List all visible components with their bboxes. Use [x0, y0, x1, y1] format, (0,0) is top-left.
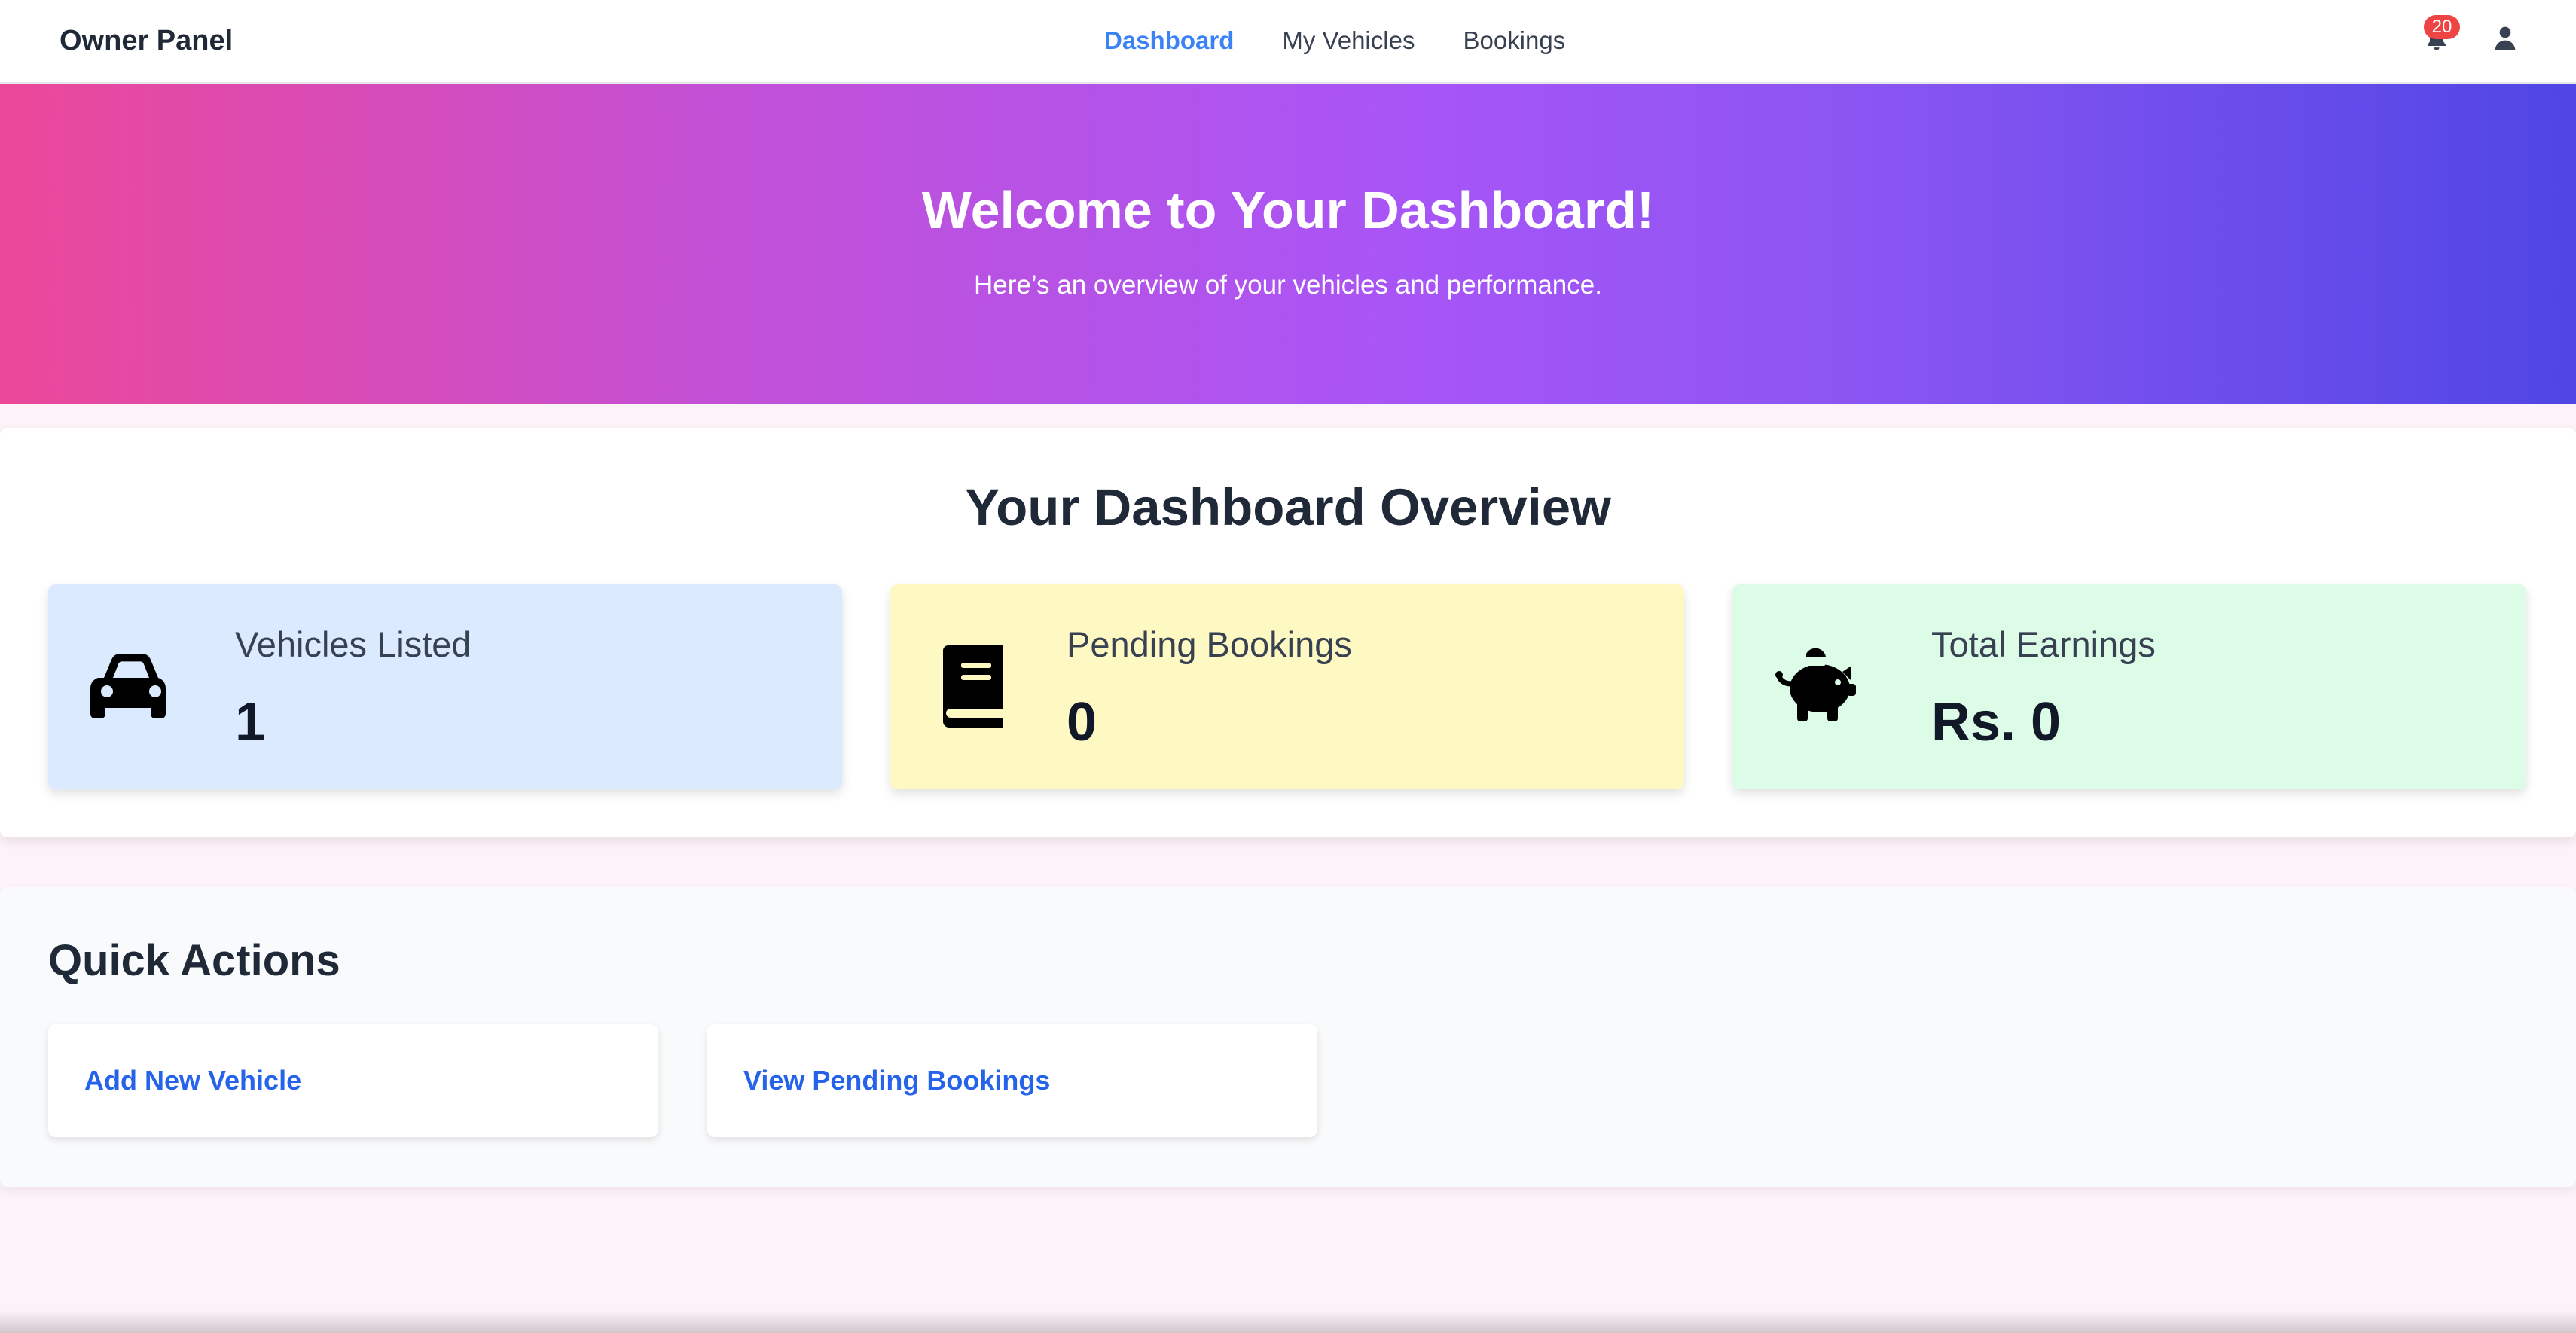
dashboard-overview: Your Dashboard Overview Vehicles Listed …: [0, 428, 2576, 837]
stat-card-total-earnings: Total Earnings Rs. 0: [1732, 584, 2526, 789]
action-label[interactable]: View Pending Bookings: [743, 1065, 1050, 1097]
view-pending-bookings-button[interactable]: View Pending Bookings: [707, 1024, 1317, 1137]
hero-subtitle: Here’s an overview of your vehicles and …: [974, 270, 1602, 300]
notification-badge: 20: [2424, 15, 2460, 39]
quick-actions-title: Quick Actions: [48, 936, 340, 985]
stat-label: Pending Bookings: [1067, 624, 1352, 664]
main-nav: Dashboard My Vehicles Bookings: [1104, 21, 1565, 60]
stat-value: Rs. 0: [1931, 692, 2062, 752]
user-icon[interactable]: [2493, 25, 2517, 52]
quick-actions-section: Quick Actions Add New Vehicle View Pendi…: [0, 887, 2576, 1187]
add-new-vehicle-button[interactable]: Add New Vehicle: [48, 1024, 658, 1137]
stat-value: 1: [235, 692, 266, 752]
piggy-bank-icon: [1775, 648, 1856, 721]
top-navbar: Owner Panel Dashboard My Vehicles Bookin…: [0, 0, 2576, 84]
nav-bookings[interactable]: Bookings: [1463, 26, 1565, 55]
hero-title: Welcome to Your Dashboard!: [921, 181, 1655, 239]
overview-title: Your Dashboard Overview: [965, 478, 1611, 536]
welcome-hero: Welcome to Your Dashboard! Here’s an ove…: [0, 84, 2576, 404]
action-label[interactable]: Add New Vehicle: [84, 1065, 301, 1097]
stat-card-pending-bookings: Pending Bookings 0: [890, 584, 1684, 789]
nav-dashboard[interactable]: Dashboard: [1104, 26, 1234, 55]
stat-card-vehicles: Vehicles Listed 1: [48, 584, 842, 789]
stat-label: Vehicles Listed: [235, 624, 472, 664]
brand-title[interactable]: Owner Panel: [60, 21, 233, 60]
stat-value: 0: [1067, 692, 1097, 752]
car-icon: [90, 654, 166, 718]
page-bottom-shadow: [0, 1310, 2576, 1333]
nav-my-vehicles[interactable]: My Vehicles: [1282, 26, 1415, 55]
book-icon: [943, 645, 1003, 728]
stat-label: Total Earnings: [1931, 624, 2156, 664]
